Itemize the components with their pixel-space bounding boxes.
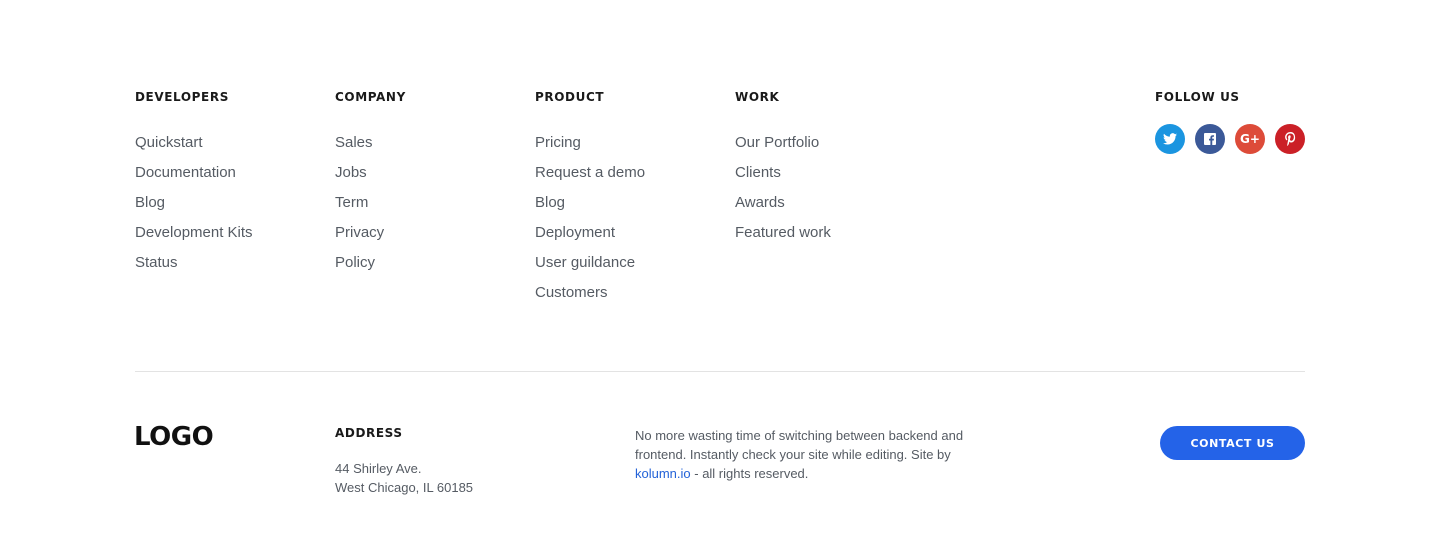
column-title: COMPANY bbox=[335, 90, 406, 104]
contact-us-button[interactable]: CONTACT US bbox=[1160, 426, 1305, 460]
footer-blurb: No more wasting time of switching betwee… bbox=[635, 426, 985, 483]
footer-column-product: PRODUCT Pricing Request a demo Blog Depl… bbox=[535, 90, 645, 308]
link-term[interactable]: Term bbox=[335, 188, 406, 218]
address-title: ADDRESS bbox=[335, 426, 403, 440]
link-privacy[interactable]: Privacy bbox=[335, 218, 406, 248]
column-title: PRODUCT bbox=[535, 90, 605, 104]
link-clients[interactable]: Clients bbox=[735, 158, 831, 188]
kolumn-link[interactable]: kolumn.io bbox=[635, 466, 691, 481]
footer-column-developers: DEVELOPERS Quickstart Documentation Blog… bbox=[135, 90, 253, 278]
pinterest-icon[interactable] bbox=[1275, 124, 1305, 154]
link-development-kits[interactable]: Development Kits bbox=[135, 218, 253, 248]
logo[interactable]: LOGO bbox=[134, 422, 214, 452]
link-jobs[interactable]: Jobs bbox=[335, 158, 406, 188]
footer-divider bbox=[135, 371, 1305, 372]
link-customers[interactable]: Customers bbox=[535, 278, 645, 308]
google-plus-icon[interactable]: G+ bbox=[1235, 124, 1265, 154]
social-icons: G+ bbox=[1155, 124, 1305, 154]
follow-title: FOLLOW US bbox=[1155, 90, 1240, 104]
link-blog[interactable]: Blog bbox=[535, 188, 645, 218]
address-line-1: 44 Shirley Ave. bbox=[335, 461, 422, 476]
blurb-text: No more wasting time of switching betwee… bbox=[635, 428, 964, 462]
twitter-icon[interactable] bbox=[1155, 124, 1185, 154]
link-status[interactable]: Status bbox=[135, 248, 253, 278]
address-line-2: West Chicago, IL 60185 bbox=[335, 480, 474, 495]
link-documentation[interactable]: Documentation bbox=[135, 158, 253, 188]
link-featured-work[interactable]: Featured work bbox=[735, 218, 831, 248]
link-blog[interactable]: Blog bbox=[135, 188, 253, 218]
link-request-demo[interactable]: Request a demo bbox=[535, 158, 645, 188]
blurb-rights: - all rights reserved. bbox=[690, 466, 809, 481]
link-quickstart[interactable]: Quickstart bbox=[135, 128, 253, 158]
link-awards[interactable]: Awards bbox=[735, 188, 831, 218]
link-pricing[interactable]: Pricing bbox=[535, 128, 645, 158]
address-block: ADDRESS 44 Shirley Ave. West Chicago, IL… bbox=[335, 426, 473, 497]
link-deployment[interactable]: Deployment bbox=[535, 218, 645, 248]
follow-us: FOLLOW US G+ bbox=[1155, 90, 1305, 154]
footer-column-work: WORK Our Portfolio Clients Awards Featur… bbox=[735, 90, 831, 248]
link-our-portfolio[interactable]: Our Portfolio bbox=[735, 128, 831, 158]
link-user-guidance[interactable]: User guildance bbox=[535, 248, 645, 278]
column-title: WORK bbox=[735, 90, 780, 104]
column-title: DEVELOPERS bbox=[135, 90, 229, 104]
footer-column-company: COMPANY Sales Jobs Term Privacy Policy bbox=[335, 90, 406, 278]
facebook-icon[interactable] bbox=[1195, 124, 1225, 154]
link-sales[interactable]: Sales bbox=[335, 128, 406, 158]
link-policy[interactable]: Policy bbox=[335, 248, 406, 278]
